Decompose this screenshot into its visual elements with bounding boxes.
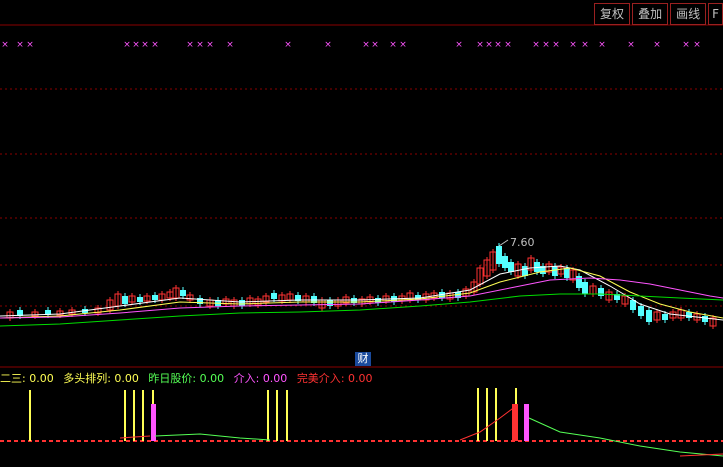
cross-marker: × — [371, 40, 379, 50]
draw-line-button[interactable]: 画线 — [670, 3, 707, 25]
cross-marker: × — [284, 40, 292, 50]
cross-marker: × — [532, 40, 540, 50]
candle-body — [582, 282, 588, 294]
cross-marker: × — [324, 40, 332, 50]
trend-line-green — [528, 417, 723, 457]
candle-body — [662, 314, 668, 320]
ma-short-line — [0, 265, 723, 321]
high-price-marker: 7.60 — [510, 236, 535, 249]
more-toolbar-button[interactable]: F — [708, 3, 723, 25]
high-marker-tick — [498, 239, 509, 247]
candle-body — [496, 246, 502, 264]
overlay-button[interactable]: 叠加 — [632, 3, 669, 25]
candle-body — [508, 262, 514, 272]
cross-marker: × — [504, 40, 512, 50]
candle-body — [122, 296, 128, 304]
indicator-item-bull-arrangement: 多头排列: 0.00 — [63, 372, 139, 385]
indicator-item-ersan: 二三: 0.00 — [0, 372, 54, 385]
cross-marker: × — [598, 40, 606, 50]
cross-marker: × — [362, 40, 370, 50]
cross-marker: × — [494, 40, 502, 50]
candle-body — [522, 266, 528, 276]
cross-marker: × — [151, 40, 159, 50]
cross-marker: × — [186, 40, 194, 50]
cross-marker: × — [455, 40, 463, 50]
cross-marker: × — [132, 40, 140, 50]
candle-body — [686, 312, 692, 318]
indicator-item-entry: 介入: 0.00 — [233, 372, 288, 385]
candle-body — [646, 310, 652, 322]
candle-body — [239, 300, 245, 306]
high-price-value: 7.60 — [510, 236, 535, 249]
cross-marker: × — [196, 40, 204, 50]
candle-body — [564, 268, 570, 278]
perfect-entry-bar — [512, 404, 518, 441]
cross-marker: × — [485, 40, 493, 50]
entry-bar — [524, 404, 529, 441]
indicator-item-yesterday-price: 昨日股价: 0.00 — [148, 372, 225, 385]
candle-body — [271, 293, 277, 299]
cross-marker: × — [627, 40, 635, 50]
cross-marker: × — [16, 40, 24, 50]
price-chart-canvas[interactable]: × × × × × × × × × × × × × × × × × × × × × × × × × × × × × × × × — [0, 0, 723, 467]
candle-body — [638, 306, 644, 316]
finance-badge[interactable]: 财 — [355, 352, 371, 366]
cross-marker: × — [26, 40, 34, 50]
candle-body — [598, 288, 604, 296]
candle-body — [137, 297, 143, 302]
candle-body — [180, 290, 186, 296]
cross-marker: × — [581, 40, 589, 50]
cross-marker: × — [123, 40, 131, 50]
cross-marker: × — [141, 40, 149, 50]
cross-marker: × — [693, 40, 701, 50]
cross-marker: × — [552, 40, 560, 50]
cross-marker: × — [1, 40, 9, 50]
cross-marker: × — [399, 40, 407, 50]
trend-line-green — [154, 433, 271, 441]
indicator-legend: 二三: 0.00 多头排列: 0.00 昨日股价: 0.00 介入: 0.00 … — [0, 370, 373, 386]
cross-marker: × — [653, 40, 661, 50]
candle-body — [576, 276, 582, 288]
cross-marker: × — [542, 40, 550, 50]
chart-toolbar: 复权 叠加 画线 F — [592, 3, 723, 25]
candle-body — [152, 295, 158, 300]
candle-body — [327, 300, 333, 306]
cross-marker: × — [682, 40, 690, 50]
cross-marker: × — [389, 40, 397, 50]
cross-marker: × — [476, 40, 484, 50]
cross-marker: × — [226, 40, 234, 50]
cross-marker: × — [569, 40, 577, 50]
indicator-item-perfect-entry: 完美介入: 0.00 — [296, 372, 373, 385]
cross-marker: × — [206, 40, 214, 50]
entry-bar — [151, 404, 156, 441]
restore-rights-button[interactable]: 复权 — [594, 3, 631, 25]
candle-body — [552, 266, 558, 276]
candle-body — [502, 256, 508, 268]
candle-body — [702, 316, 708, 322]
